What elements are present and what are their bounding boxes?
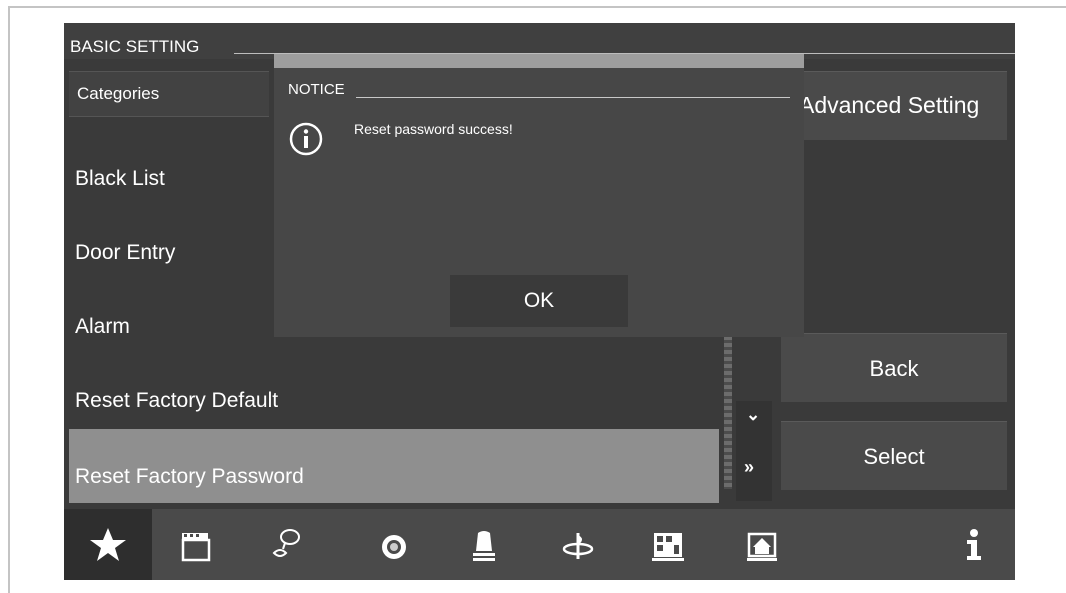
list-item-label: Reset Factory Default	[75, 389, 279, 412]
scrollbar-track[interactable]	[724, 329, 732, 489]
page-title: BASIC SETTING	[70, 37, 200, 56]
ok-button[interactable]: OK	[450, 275, 628, 327]
info-icon	[288, 121, 324, 157]
notice-dialog: NOTICE Reset password success! OK	[274, 54, 804, 337]
categories-label: Categories	[77, 84, 160, 103]
list-item-label: Black List	[75, 167, 165, 190]
select-button[interactable]: Select	[781, 421, 1007, 490]
dialog-title-divider	[356, 97, 790, 98]
list-item-label: Alarm	[75, 315, 130, 338]
home-icon[interactable]	[732, 509, 792, 580]
flower-icon[interactable]	[548, 509, 608, 580]
bottom-dock	[64, 509, 1015, 580]
categories-header: Categories	[69, 71, 269, 117]
back-label: Back	[869, 356, 919, 381]
back-button[interactable]: Back	[781, 333, 1007, 402]
dialog-message: Reset password success!	[354, 121, 513, 137]
list-item-reset-factory-default[interactable]: Reset Factory Default	[69, 355, 719, 427]
select-label: Select	[863, 444, 925, 469]
info-icon[interactable]	[944, 509, 1004, 580]
chat-icon[interactable]	[256, 509, 316, 580]
advanced-setting-label: Advanced Setting	[799, 92, 980, 118]
list-item-reset-factory-password[interactable]: Reset Factory Password	[69, 429, 719, 503]
outer-frame-left	[8, 6, 10, 593]
double-chevron-down-icon[interactable]: »	[744, 457, 754, 478]
dialog-top-bar	[274, 54, 804, 68]
star-icon[interactable]	[78, 509, 138, 580]
camera-icon[interactable]	[364, 509, 424, 580]
dialog-title: NOTICE	[288, 81, 345, 98]
siren-icon[interactable]	[454, 509, 514, 580]
scroll-controls: ⌄ »	[736, 401, 772, 501]
building-icon[interactable]	[638, 509, 698, 580]
chevron-down-icon[interactable]: ⌄	[746, 405, 760, 425]
clapperboard-icon[interactable]	[166, 509, 226, 580]
advanced-setting-button[interactable]: Advanced Setting	[799, 71, 1007, 140]
outer-frame-top	[8, 6, 1066, 8]
list-item-label: Door Entry	[75, 241, 176, 264]
list-item-label: Reset Factory Password	[75, 465, 304, 488]
device-screen: BASIC SETTING Categories Black List Door…	[64, 23, 1015, 580]
